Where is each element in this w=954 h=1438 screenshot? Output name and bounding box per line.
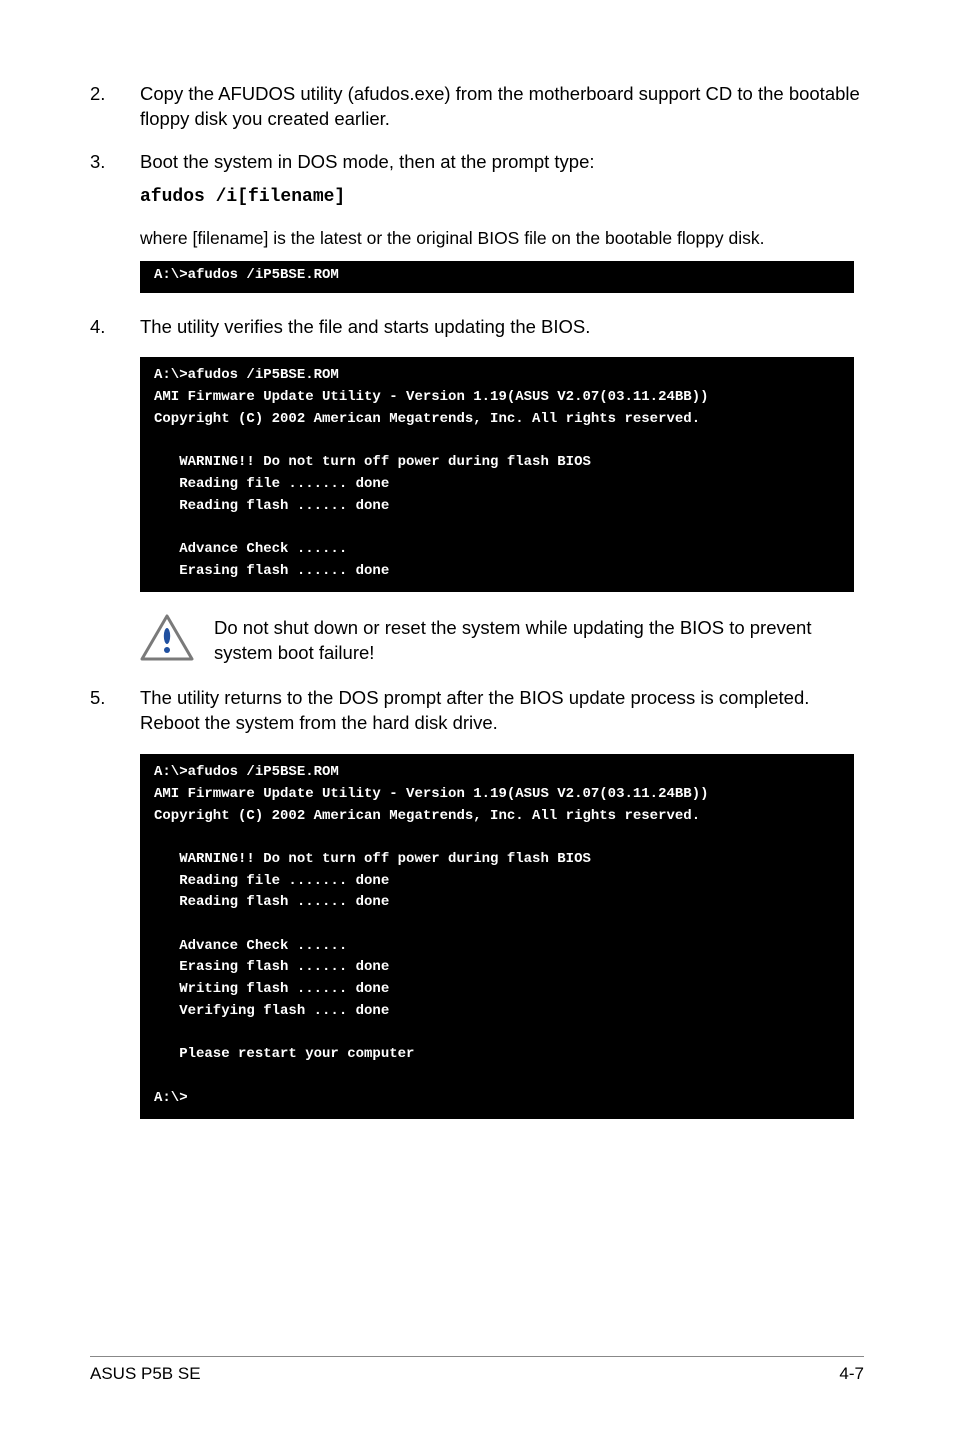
footer-right: 4-7 xyxy=(839,1363,864,1386)
step-3: 3. Boot the system in DOS mode, then at … xyxy=(90,150,864,209)
warning-icon xyxy=(140,614,194,662)
terminal-output-3: A:\>afudos /iP5BSE.ROM AMI Firmware Upda… xyxy=(140,754,854,1119)
step-number: 4. xyxy=(90,315,140,340)
terminal-output-2: A:\>afudos /iP5BSE.ROM AMI Firmware Upda… xyxy=(140,357,854,592)
warning-callout: Do not shut down or reset the system whi… xyxy=(140,614,864,666)
step-number: 3. xyxy=(90,150,140,209)
step-text: The utility returns to the DOS prompt af… xyxy=(140,686,864,736)
footer-left: ASUS P5B SE xyxy=(90,1363,201,1386)
terminal-output-1: A:\>afudos /iP5BSE.ROM xyxy=(140,261,854,293)
command-line: afudos /i[filename] xyxy=(140,185,864,209)
step-4: 4. The utility verifies the file and sta… xyxy=(90,315,864,340)
page-footer: ASUS P5B SE 4-7 xyxy=(90,1356,864,1386)
step-5: 5. The utility returns to the DOS prompt… xyxy=(90,686,864,736)
step-text: Copy the AFUDOS utility (afudos.exe) fro… xyxy=(140,82,864,132)
step-2: 2. Copy the AFUDOS utility (afudos.exe) … xyxy=(90,82,864,132)
step-number: 5. xyxy=(90,686,140,736)
step-text: Boot the system in DOS mode, then at the… xyxy=(140,150,864,209)
interstitial-note: where [filename] is the latest or the or… xyxy=(140,227,864,251)
warning-text: Do not shut down or reset the system whi… xyxy=(214,614,864,666)
step-text-inner: Boot the system in DOS mode, then at the… xyxy=(140,151,595,172)
step-number: 2. xyxy=(90,82,140,132)
step-text: The utility verifies the file and starts… xyxy=(140,315,864,340)
